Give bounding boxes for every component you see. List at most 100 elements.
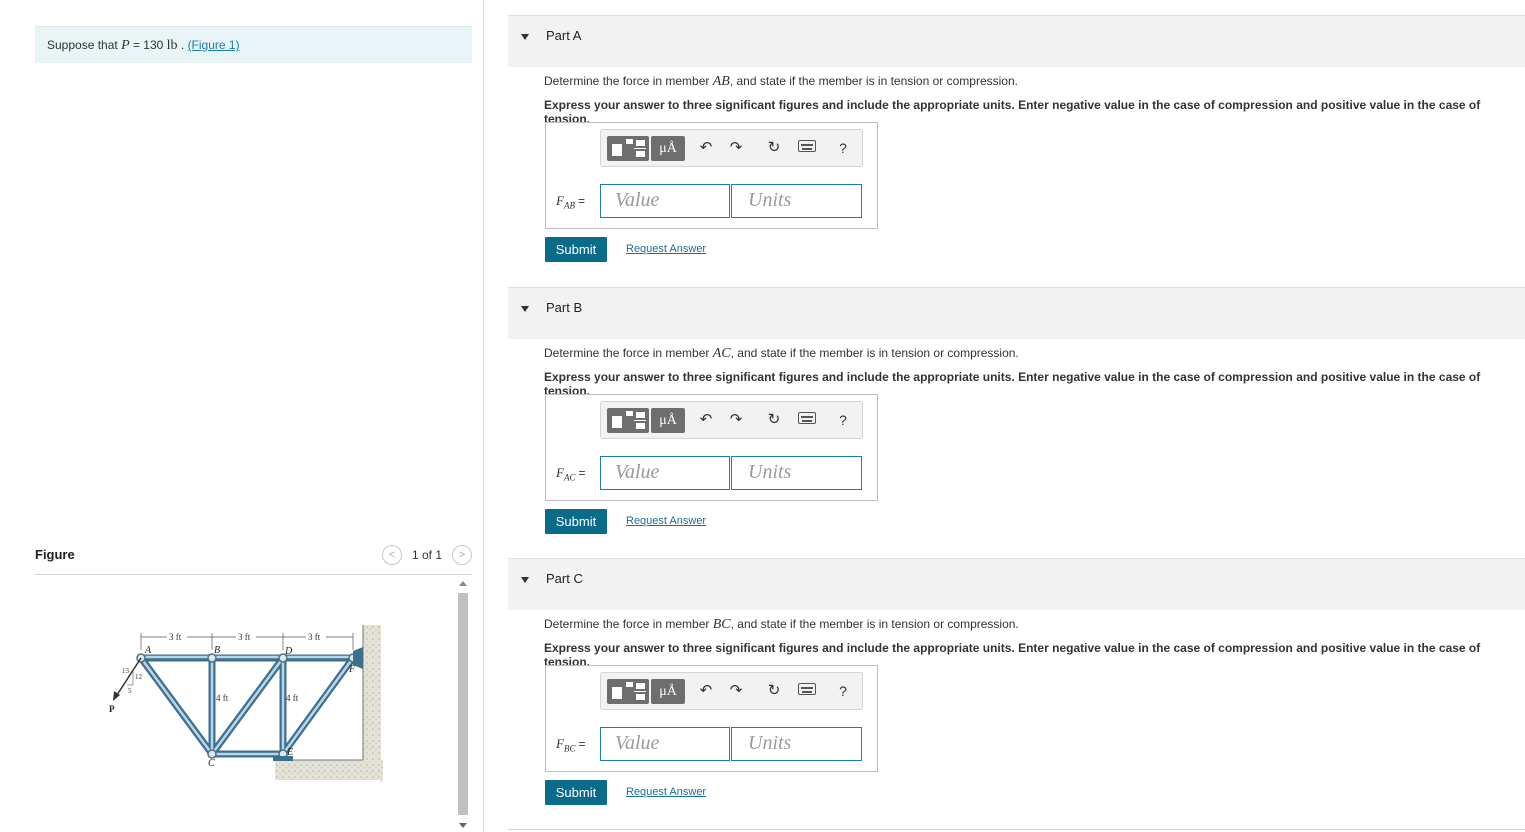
scroll-thumb[interactable] [458, 593, 468, 815]
ground [275, 760, 383, 780]
part-a-title: Part A [546, 28, 582, 43]
undo-icon[interactable]: ↶ [696, 138, 716, 158]
redo-icon[interactable]: ↷ [726, 138, 746, 158]
force-label: FAC = [556, 465, 585, 483]
figure-viewer: 3 ft 3 ft 3 ft A B D F C E 4 ft 4 ft P 1… [35, 577, 472, 832]
math-toolbar: μÅ ↶ ↷ ↻ ? [600, 129, 863, 167]
collapse-caret-icon[interactable] [521, 577, 529, 583]
units-input[interactable]: Units [731, 184, 862, 218]
load-label-p: P [109, 704, 115, 714]
force-sub: AB [563, 200, 575, 211]
request-answer-link[interactable]: Request Answer [626, 243, 706, 255]
problem-panel: Suppose that P = 130 lb . (Figure 1) Fig… [0, 0, 484, 832]
wall [363, 625, 381, 780]
scroll-up-icon[interactable] [459, 581, 467, 586]
slope-12: 12 [135, 673, 143, 681]
undo-icon[interactable]: ↶ [696, 410, 716, 430]
keyboard-icon[interactable] [798, 683, 816, 695]
slope-13: 13 [122, 667, 130, 675]
question-text: Determine the force in member [544, 346, 713, 360]
help-icon[interactable]: ? [833, 681, 853, 701]
pin-c [207, 749, 217, 759]
figure-scrollbar[interactable] [456, 577, 470, 832]
units-input[interactable]: Units [731, 727, 862, 761]
highlight-ac [139, 656, 214, 756]
units-symbol-button[interactable]: μÅ [651, 679, 685, 704]
submit-button[interactable]: Submit [545, 509, 607, 534]
question-text: Determine the force in member [544, 74, 713, 88]
intro-unit: lb [166, 38, 178, 53]
force-var: F [556, 736, 564, 751]
dim-label-bd: 3 ft [238, 632, 251, 642]
figure-pager: < 1 of 1 > [381, 545, 472, 565]
units-symbol-button[interactable]: μÅ [651, 136, 685, 161]
next-figure-button[interactable]: > [452, 545, 472, 565]
units-symbol-button[interactable]: μÅ [651, 408, 685, 433]
part-a-question: Determine the force in member AB, and st… [544, 74, 1018, 90]
figure-link[interactable]: (Figure 1) [188, 38, 240, 52]
help-icon[interactable]: ? [833, 138, 853, 158]
keyboard-icon[interactable] [798, 140, 816, 152]
intro-separator: . [177, 38, 188, 52]
question-text: , and state if the member is in tension … [729, 74, 1018, 88]
question-text: , and state if the member is in tension … [730, 617, 1019, 631]
undo-icon[interactable]: ↶ [696, 681, 716, 701]
height-label-de: 4 ft [286, 693, 299, 703]
part-a-answer-box: μÅ ↶ ↷ ↻ ? FAB = Value Units [545, 122, 878, 229]
force-var: F [556, 465, 564, 480]
request-answer-link[interactable]: Request Answer [626, 786, 706, 798]
intro-text: Suppose that [47, 38, 122, 52]
keyboard-icon[interactable] [798, 412, 816, 424]
label-b: B [214, 645, 220, 656]
part-b-title: Part B [546, 300, 583, 315]
question-text: Determine the force in member [544, 617, 713, 631]
force-sub: BC [563, 743, 576, 754]
reset-icon[interactable]: ↻ [764, 138, 784, 158]
submit-button[interactable]: Submit [545, 237, 607, 262]
scroll-down-icon[interactable] [459, 823, 467, 828]
slope-5: 5 [128, 687, 132, 695]
part-a-header[interactable]: Part A [508, 15, 1525, 67]
reset-icon[interactable]: ↻ [764, 681, 784, 701]
redo-icon[interactable]: ↷ [726, 410, 746, 430]
reset-icon[interactable]: ↻ [764, 410, 784, 430]
highlight-ef [281, 656, 355, 756]
member-name: AB [712, 74, 730, 89]
member-name: BC [712, 617, 731, 632]
figure-header: Figure < 1 of 1 > [35, 545, 472, 575]
templates-icon[interactable] [607, 136, 649, 161]
submit-button[interactable]: Submit [545, 780, 607, 805]
height-label-bc: 4 ft [216, 693, 229, 703]
highlight-cd [210, 656, 285, 756]
equals-sign: = [577, 194, 585, 208]
math-toolbar: μÅ ↶ ↷ ↻ ? [600, 672, 863, 710]
templates-icon[interactable] [607, 408, 649, 433]
request-answer-link[interactable]: Request Answer [626, 515, 706, 527]
value-input[interactable]: Value [600, 727, 730, 761]
part-c-answer-box: μÅ ↶ ↷ ↻ ? FBC = Value Units [545, 665, 878, 772]
collapse-caret-icon[interactable] [521, 306, 529, 312]
force-label: FBC = [556, 736, 585, 754]
figure-counter: 1 of 1 [411, 548, 442, 562]
problem-statement: Suppose that P = 130 lb . (Figure 1) [35, 26, 472, 63]
help-icon[interactable]: ? [833, 410, 853, 430]
redo-icon[interactable]: ↷ [726, 681, 746, 701]
force-sub: AC [563, 472, 576, 483]
value-input[interactable]: Value [600, 184, 730, 218]
prev-figure-button[interactable]: < [381, 545, 402, 565]
units-input[interactable]: Units [731, 456, 862, 490]
part-c-header[interactable]: Part C [508, 558, 1525, 610]
dim-label-ab: 3 ft [169, 632, 182, 642]
divider [508, 829, 1525, 830]
value-input[interactable]: Value [600, 456, 730, 490]
figure-title: Figure [35, 547, 75, 562]
label-a: A [144, 645, 152, 656]
equals-sign: = [578, 466, 586, 480]
part-b-header[interactable]: Part B [508, 287, 1525, 339]
part-b-question: Determine the force in member AC, and st… [544, 346, 1019, 362]
part-c-title: Part C [546, 571, 583, 586]
member-name: AC [712, 346, 731, 361]
templates-icon[interactable] [607, 679, 649, 704]
collapse-caret-icon[interactable] [521, 34, 529, 40]
force-var: F [556, 193, 564, 208]
